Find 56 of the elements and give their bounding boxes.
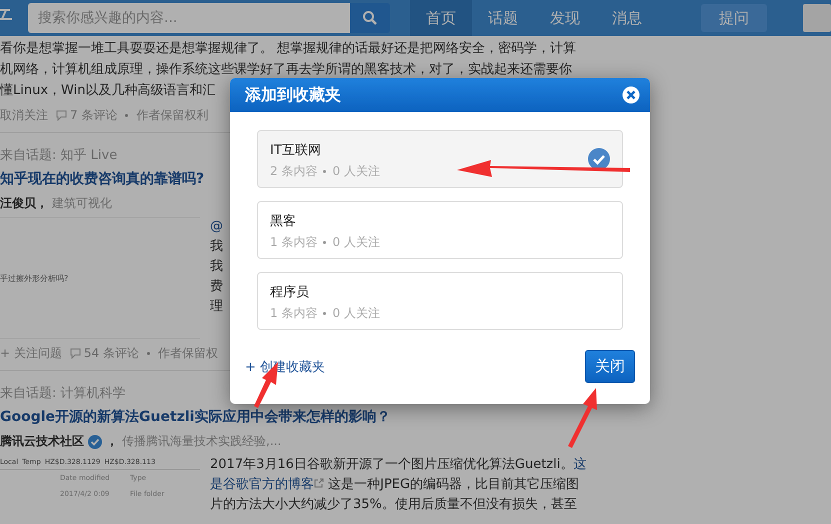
answer-text: 这是一种JPEG的编码器，比目前其它压缩图 [327,477,580,492]
search-button[interactable] [350,3,390,33]
folder-followers: 0 人关注 [332,304,380,322]
close-icon[interactable] [622,86,640,104]
follow-link[interactable]: + 关注问题 [0,343,62,364]
answer-text: 理 [210,298,223,316]
author-name[interactable]: 腾讯云技术社区 [0,431,84,452]
comment-icon [70,348,81,359]
rights-link[interactable]: 作者保留权利 [136,105,208,126]
folder-item[interactable]: IT互联网 2 条内容 0 人关注 [257,130,623,188]
mention-link[interactable]: @ [210,217,223,237]
answer-text: 我 [210,238,223,256]
folder-count: 1 条内容 [270,304,318,322]
answer-text: 2017年3月16日谷歌新开源了一个图片压缩优化算法Guetzli。 [210,457,574,472]
comments-link[interactable]: 54 条评论 [70,343,139,364]
rights-link[interactable]: 作者保留权 [158,343,218,364]
logo-icon[interactable] [0,7,14,21]
topic-label: 来自话题: 知乎 Live [0,148,118,163]
folder-item[interactable]: 黑客 1 条内容 0 人关注 [257,201,623,259]
comma-text: ， [106,433,118,450]
folder-followers: 0 人关注 [332,162,380,180]
follow-link[interactable]: 取消关注 [0,105,48,126]
answer-text: 看你是想掌握一堆工具耍耍还是想掌握规律了。 想掌握规律的话最好还是把网络安全，密码学，计算 [0,40,576,58]
nav-tab[interactable]: 话题 [472,0,534,36]
blog-link[interactable]: 是谷歌官方的博客 [210,477,314,492]
nav-tab[interactable]: 发现 [534,0,596,36]
folder-followers: 0 人关注 [332,234,380,250]
comment-icon [56,110,67,121]
answer-text: 懂Linux，Win以及几种高级语言和汇 [0,82,216,100]
close-button[interactable]: 关闭 [585,350,635,383]
dialog-title: 添加到收藏夹 [245,84,341,106]
question-title[interactable]: Google开源的新算法Guetzli实际应用中会带来怎样的影响？ [0,407,390,428]
blog-link[interactable]: 这 [573,457,586,472]
ask-button[interactable]: 提问 [701,4,767,32]
annotation-arrow [568,388,597,448]
answer-text: 机网络，计算机组成原理，操作系统这些课学好了再去学所谓的黑客技术，对了，实战起来还需要你 [0,61,572,79]
nav-tab[interactable]: 消息 [596,0,658,36]
topic-label: 来自话题: 计算机科学 [0,386,126,401]
folder-item[interactable]: 程序员 1 条内容 0 人关注 [257,272,623,330]
folder-count: 1 条内容 [270,234,318,250]
folder-count: 2 条内容 [270,162,318,180]
author-bio: 建筑可视化 [52,195,112,212]
folder-name: IT互联网 [270,142,321,158]
folder-name: 黑客 [270,214,296,228]
search-field[interactable]: 搜索你感兴趣的内容... [28,3,350,33]
nav-tab[interactable]: 首页 [410,0,472,36]
question-title[interactable]: 知乎现在的收费咨询真的靠谱吗? [0,169,204,190]
author-bio: 传播腾讯海量技术实践经验,... [122,433,282,450]
answer-text: 费 [210,278,223,296]
answer-text: 我 [210,258,223,276]
author-name[interactable]: 汪俊贝， [0,193,48,214]
answer-text: 片的方法大小大约减少了35%。使用后质量不但没有损失，甚至 [210,497,577,512]
search-icon [362,10,378,26]
comments-link[interactable]: 7 条评论 [56,105,118,126]
thumbnail-caption: 乎过擦外形分析吗? [0,272,68,284]
folder-name: 程序员 [270,284,309,300]
